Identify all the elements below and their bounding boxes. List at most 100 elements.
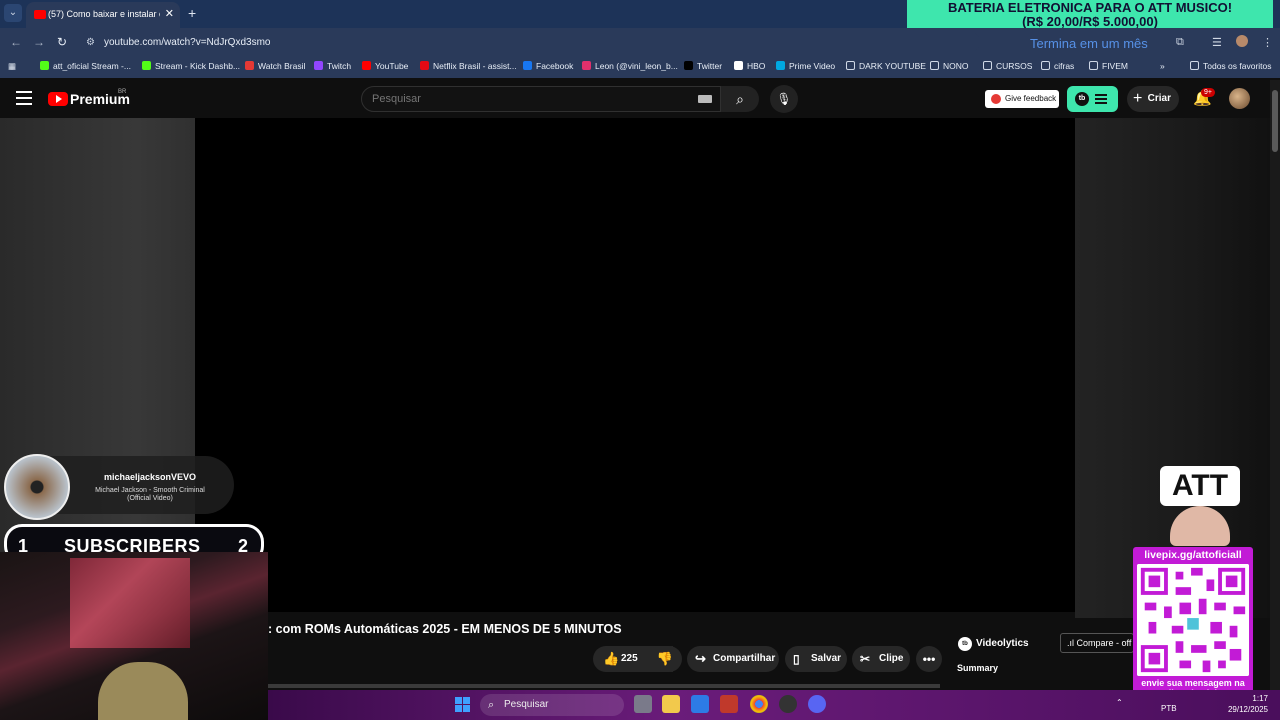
tab-close-icon[interactable]: ✕ <box>165 7 174 20</box>
bookmark-label: cifras <box>1054 61 1075 71</box>
youtube-favicon-icon <box>34 10 46 19</box>
search-box[interactable] <box>361 86 721 112</box>
bookmark-item[interactable]: att_oficial Stream -... <box>40 61 131 71</box>
address-url[interactable]: youtube.com/watch?v=NdJrQxd3smo <box>104 37 270 48</box>
taskbar-search-label: Pesquisar <box>504 699 549 710</box>
bookmark-item[interactable]: Netflix Brasil - assist... <box>420 61 517 71</box>
browser-tab-active[interactable]: (57) Como baixar e instalar o Fi ✕ <box>26 2 180 28</box>
videolytics-logo-icon: tb <box>958 637 972 651</box>
bookmark-favicon-icon <box>314 61 323 70</box>
bookmark-label: att_oficial Stream -... <box>53 61 131 71</box>
dislike-button[interactable]: 👎 <box>648 646 682 672</box>
stream-app-icon[interactable] <box>720 695 738 713</box>
tab-title: (57) Como baixar e instalar o Fi <box>48 9 160 19</box>
folder-icon <box>983 61 992 70</box>
search-input[interactable] <box>372 93 672 105</box>
bookmark-favicon-icon <box>142 61 151 70</box>
page-scrollbar[interactable] <box>1270 80 1280 690</box>
bookmark-favicon-icon <box>582 61 591 70</box>
compare-toggle-button[interactable]: .ıl Compare - off <box>1060 633 1134 653</box>
new-tab-button[interactable]: + <box>188 5 196 21</box>
now-playing-artist: michaeljacksonVEVO <box>104 472 197 482</box>
tab-search-chevron-icon[interactable]: ⌄ <box>4 4 22 22</box>
scissors-icon: ✂ <box>860 652 871 666</box>
clip-button[interactable]: ✂ Clipe <box>852 646 910 672</box>
file-explorer-icon[interactable] <box>662 695 680 713</box>
task-view-icon[interactable] <box>634 695 652 713</box>
goal-banner-title: BATERIA ELETRONICA PARA O ATT MUSICO! <box>947 0 1233 15</box>
video-player[interactable] <box>195 118 1075 612</box>
bookmark-item[interactable]: Twitter <box>684 61 722 71</box>
bookmark-item[interactable]: Stream - Kick Dashb... <box>142 61 240 71</box>
bookmark-item[interactable]: FIVEM <box>1089 61 1128 71</box>
chrome-menu-icon[interactable]: ⋮ <box>1262 36 1273 49</box>
share-button[interactable]: ↪ Compartilhar <box>687 646 779 672</box>
site-info-icon[interactable]: ⚙ <box>86 37 95 48</box>
system-clock[interactable]: 1:17 29/12/2025 <box>1224 693 1268 715</box>
tray-overflow-icon[interactable]: ⌃ <box>1116 698 1123 707</box>
goal-banner: BATERIA ELETRONICA PARA O ATT MUSICO! (R… <box>907 0 1273 30</box>
notification-count-badge: 9+ <box>1201 88 1215 97</box>
reload-icon[interactable]: ↻ <box>57 35 67 49</box>
bookmark-item[interactable]: Watch Brasil <box>245 61 305 71</box>
taskbar-search[interactable]: ⌕ Pesquisar <box>480 694 624 716</box>
bookmark-label: FIVEM <box>1102 61 1128 71</box>
bookmark-item[interactable]: Twitch <box>314 61 351 71</box>
extensions-icon[interactable]: ⧉ <box>1176 36 1184 49</box>
save-button[interactable]: ▯ Salvar <box>785 646 847 672</box>
bookmark-icon: ▯ <box>793 652 800 666</box>
more-actions-button[interactable]: ••• <box>916 646 942 672</box>
bookmark-item[interactable]: cifras <box>1041 61 1074 71</box>
tubebuddy-logo-icon: tb <box>1075 92 1089 106</box>
hamburger-menu-icon[interactable] <box>16 91 32 105</box>
webcam-person <box>98 662 188 720</box>
clock-date: 29/12/2025 <box>1227 705 1268 714</box>
youtube-logo-icon[interactable] <box>48 92 68 106</box>
bookmarks-overflow-icon[interactable]: » <box>1160 61 1165 71</box>
store-icon[interactable] <box>691 695 709 713</box>
apps-grid-icon[interactable]: ▦ <box>8 61 16 72</box>
bookmark-item[interactable]: Facebook <box>523 61 573 71</box>
bookmark-favicon-icon <box>245 61 254 70</box>
bookmark-item[interactable]: Leon (@vini_leon_b... <box>582 61 678 71</box>
bookmark-favicon-icon <box>684 61 693 70</box>
feedback-logo-icon <box>991 94 1001 104</box>
bookmark-item[interactable]: DARK YOUTUBE <box>846 61 926 71</box>
bookmark-label: CURSOS <box>996 61 1033 71</box>
webcam-feed <box>0 552 268 720</box>
bookmark-item[interactable]: HBO <box>734 61 765 71</box>
reading-list-icon[interactable]: ☰ <box>1212 36 1222 49</box>
country-code: BR <box>118 89 127 95</box>
create-button[interactable]: + Criar <box>1127 86 1179 112</box>
bookmark-favicon-icon <box>420 61 429 70</box>
bookmark-label: Facebook <box>536 61 574 71</box>
discord-icon[interactable] <box>808 695 826 713</box>
obs-icon[interactable] <box>779 695 797 713</box>
bookmark-item[interactable]: YouTube <box>362 61 408 71</box>
scrollbar-thumb[interactable] <box>1272 90 1278 152</box>
folder-icon <box>846 61 855 70</box>
bookmark-item[interactable]: NONO <box>930 61 969 71</box>
account-avatar[interactable] <box>1229 88 1250 109</box>
windows-start-icon[interactable] <box>455 697 471 713</box>
chrome-icon[interactable] <box>750 695 768 713</box>
voice-search-mic-icon[interactable]: 🎙 <box>770 85 798 113</box>
create-label: Criar <box>1147 93 1171 104</box>
language-indicator[interactable]: PTB <box>1161 704 1177 713</box>
give-feedback-button[interactable]: Give feedback <box>985 90 1059 108</box>
bookmark-item[interactable]: Prime Video <box>776 61 835 71</box>
forward-arrow-icon[interactable]: → <box>33 35 45 49</box>
all-bookmarks-folder[interactable]: Todos os favoritos <box>1190 61 1272 71</box>
folder-icon <box>1190 61 1199 70</box>
bookmark-item[interactable]: CURSOS <box>983 61 1032 71</box>
tubebuddy-menu-button[interactable]: tb <box>1067 86 1118 112</box>
keyboard-icon[interactable] <box>698 95 712 103</box>
profile-avatar-icon[interactable] <box>1236 35 1248 47</box>
clip-label: Clipe <box>879 653 904 664</box>
share-label: Compartilhar <box>713 653 776 664</box>
search-button[interactable]: ⌕ <box>721 86 759 112</box>
bookmark-favicon-icon <box>776 61 785 70</box>
back-arrow-icon[interactable]: ← <box>10 35 22 49</box>
videolytics-summary-tab[interactable]: Summary <box>957 663 998 673</box>
bookmark-label: Stream - Kick Dashb... <box>155 61 241 71</box>
